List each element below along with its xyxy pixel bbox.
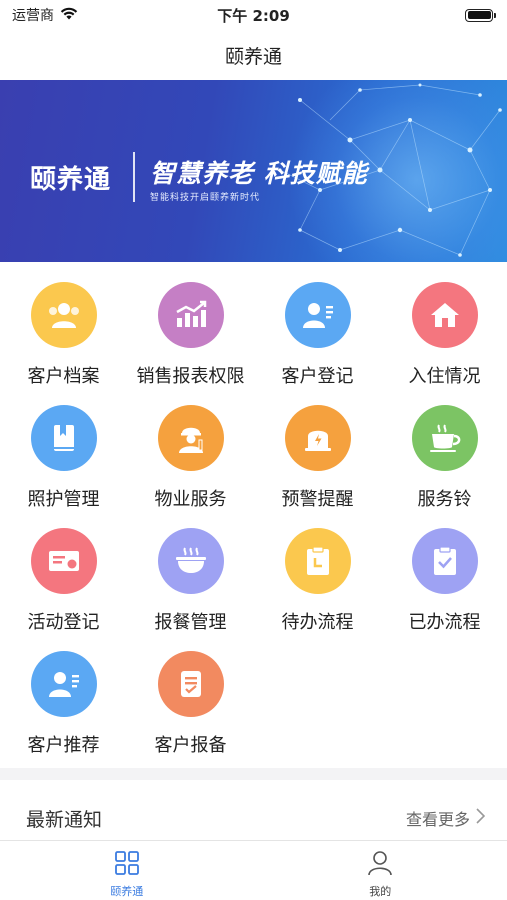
battery-icon bbox=[465, 8, 496, 22]
carrier-label: 运营商 bbox=[12, 8, 54, 24]
chevron-right-icon bbox=[476, 808, 486, 828]
banner-subline: 智能科技开启颐养新时代 bbox=[150, 193, 261, 203]
grid-label: 客户档案 bbox=[27, 366, 100, 387]
notice-title: 最新通知 bbox=[26, 808, 103, 831]
ticket-icon bbox=[30, 528, 97, 594]
grid-item-customer-files[interactable]: 客户档案 bbox=[0, 270, 127, 393]
grid-label: 服务铃 bbox=[417, 489, 472, 510]
pending-icon bbox=[284, 528, 351, 594]
home-icon bbox=[411, 282, 478, 348]
customers-icon bbox=[30, 282, 97, 348]
grid-icon bbox=[114, 850, 140, 880]
grid-item-done-process[interactable]: 已办流程 bbox=[381, 516, 507, 639]
banner-divider bbox=[133, 152, 135, 202]
book-icon bbox=[30, 405, 97, 471]
grid-label: 预警提醒 bbox=[281, 489, 354, 510]
grid-item-sales-report[interactable]: 销售报表权限 bbox=[127, 270, 254, 393]
user-card-icon bbox=[30, 651, 97, 717]
grid-item-warning-reminder[interactable]: 预警提醒 bbox=[254, 393, 381, 516]
banner[interactable]: 颐养通 智慧养老 科技赋能 智能科技开启颐养新时代 bbox=[0, 80, 507, 262]
tab-home-label: 颐养通 bbox=[110, 885, 144, 898]
grid-item-service-bell[interactable]: 服务铃 bbox=[381, 393, 507, 516]
banner-logo-text: 颐养通 bbox=[30, 165, 112, 195]
grid-item-check-in[interactable]: 入住情况 bbox=[381, 270, 507, 393]
page-title: 颐养通 bbox=[224, 45, 282, 68]
done-icon bbox=[411, 528, 478, 594]
grid-item-customer-report[interactable]: 客户报备 bbox=[127, 639, 254, 762]
report-icon bbox=[157, 651, 224, 717]
tab-mine[interactable]: 我的 bbox=[254, 841, 507, 900]
grid-label: 已办流程 bbox=[408, 612, 481, 633]
grid-item-customer-register[interactable]: 客户登记 bbox=[254, 270, 381, 393]
grid-item-property-service[interactable]: 物业服务 bbox=[127, 393, 254, 516]
worker-icon bbox=[157, 405, 224, 471]
tab-home[interactable]: 颐养通 bbox=[0, 841, 254, 900]
wifi-icon bbox=[60, 7, 78, 24]
grid-label: 物业服务 bbox=[154, 489, 227, 510]
grid-label: 客户报备 bbox=[154, 735, 227, 756]
grid-label: 照护管理 bbox=[27, 489, 100, 510]
grid-item-meal-management[interactable]: 报餐管理 bbox=[127, 516, 254, 639]
bowl-icon bbox=[157, 528, 224, 594]
section-divider bbox=[0, 768, 507, 780]
person-icon bbox=[367, 850, 393, 880]
grid-item-activity-register[interactable]: 活动登记 bbox=[0, 516, 127, 639]
grid-item-customer-recommend[interactable]: 客户推荐 bbox=[0, 639, 127, 762]
notice-header: 最新通知 查看更多 bbox=[0, 798, 507, 838]
grid-label: 销售报表权限 bbox=[136, 366, 245, 387]
view-more-label: 查看更多 bbox=[405, 810, 470, 829]
banner-headline: 智慧养老 科技赋能 bbox=[150, 159, 368, 188]
user-card-icon bbox=[284, 282, 351, 348]
chart-icon bbox=[157, 282, 224, 348]
status-bar: 运营商 下午 2:09 bbox=[0, 0, 507, 30]
grid-label: 客户登记 bbox=[281, 366, 354, 387]
nav-bar: 颐养通 bbox=[0, 30, 507, 80]
cup-icon bbox=[411, 405, 478, 471]
grid-label: 待办流程 bbox=[281, 612, 354, 633]
tab-mine-label: 我的 bbox=[369, 885, 392, 898]
grid-label: 客户推荐 bbox=[27, 735, 100, 756]
status-left: 运营商 bbox=[12, 5, 78, 25]
tab-bar: 颐养通 我的 bbox=[0, 840, 507, 900]
grid-item-pending-process[interactable]: 待办流程 bbox=[254, 516, 381, 639]
grid-item-care-management[interactable]: 照护管理 bbox=[0, 393, 127, 516]
alert-icon bbox=[284, 405, 351, 471]
grid-label: 入住情况 bbox=[408, 366, 481, 387]
grid-label: 活动登记 bbox=[27, 612, 100, 633]
view-more-link[interactable]: 查看更多 bbox=[405, 806, 486, 830]
grid-label: 报餐管理 bbox=[154, 612, 227, 633]
